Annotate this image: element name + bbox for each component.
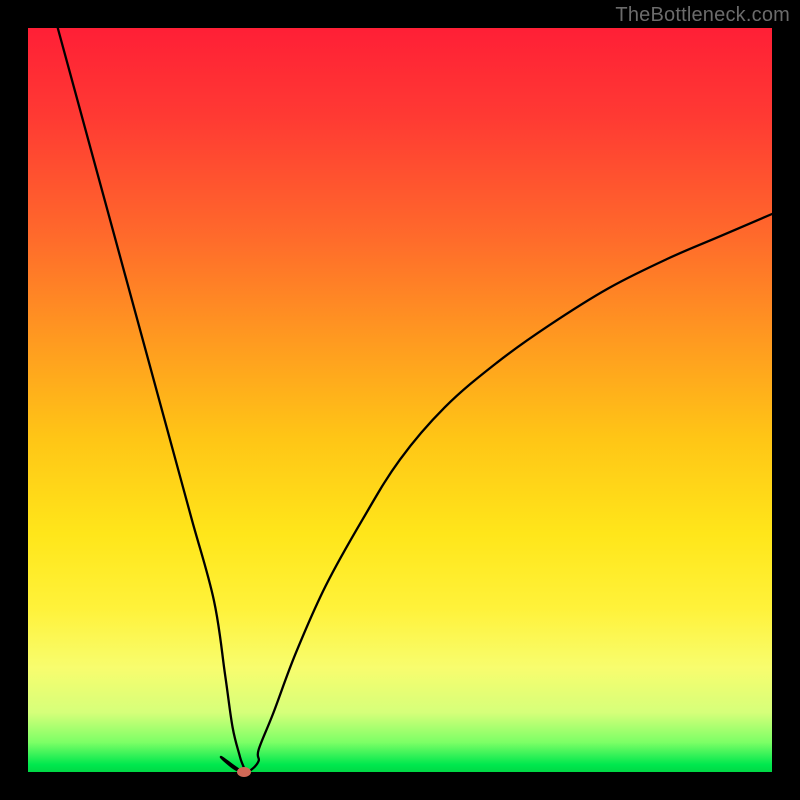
minimum-marker <box>237 767 251 777</box>
bottleneck-curve <box>28 28 772 772</box>
watermark-text: TheBottleneck.com <box>615 4 790 27</box>
curve-path <box>58 28 772 772</box>
plot-area <box>28 28 772 772</box>
chart-frame: TheBottleneck.com <box>0 0 800 800</box>
